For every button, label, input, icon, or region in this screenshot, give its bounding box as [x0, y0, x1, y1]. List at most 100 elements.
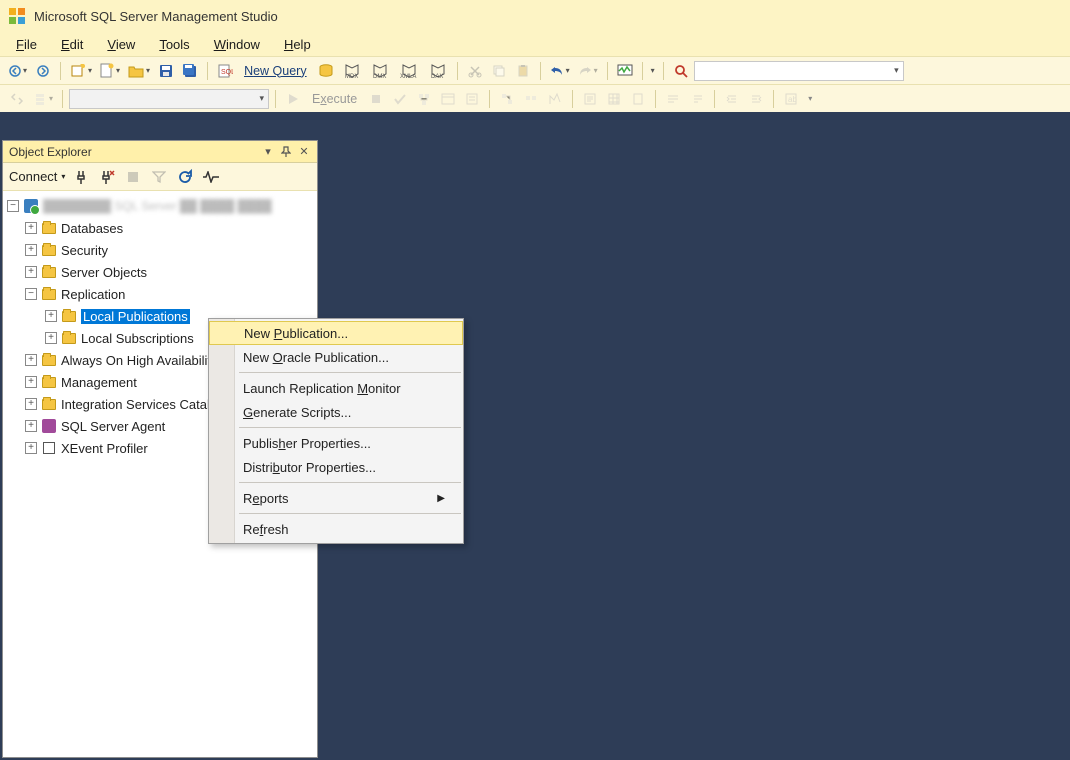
folder-icon [41, 243, 57, 257]
menu-distributor-properties[interactable]: Distributor Properties... [209, 455, 463, 479]
menu-generate-scripts[interactable]: Generate Scripts... [209, 400, 463, 424]
available-databases-icon: ▾ [30, 88, 56, 110]
collapse-icon[interactable]: − [7, 200, 19, 212]
expand-icon[interactable]: + [25, 222, 37, 234]
specify-values-button: ab [780, 88, 802, 110]
svg-text:DAX: DAX [431, 74, 443, 79]
dax-query-button[interactable]: DAX [425, 60, 451, 82]
tree-label: SQL Server Agent [61, 419, 165, 434]
context-menu: New Publication... New Oracle Publicatio… [208, 318, 464, 544]
close-icon[interactable]: ✕ [297, 145, 311, 159]
tree-databases[interactable]: + Databases [3, 217, 317, 239]
title-bar: Microsoft SQL Server Management Studio [0, 0, 1070, 32]
nav-forward-button[interactable] [32, 60, 54, 82]
tree-label: Replication [61, 287, 125, 302]
menu-bar: File Edit View Tools Window Help [0, 32, 1070, 56]
paste-button [512, 60, 534, 82]
tree-label: Always On High Availability [61, 353, 218, 368]
search-combo[interactable]: ▾ [694, 61, 904, 81]
new-file-button[interactable]: ▾ [97, 60, 123, 82]
pin-icon[interactable] [279, 145, 293, 159]
tree-label: Security [61, 243, 108, 258]
menu-refresh[interactable]: Refresh [209, 517, 463, 541]
menu-publisher-properties[interactable]: Publisher Properties... [209, 431, 463, 455]
expand-icon[interactable]: + [25, 244, 37, 256]
open-file-button[interactable]: ▾ [125, 60, 153, 82]
results-grid-button [603, 88, 625, 110]
tree-label: Databases [61, 221, 123, 236]
xevent-icon [41, 441, 57, 455]
connect-dropdown[interactable]: Connect▾ [9, 169, 65, 184]
menu-edit[interactable]: Edit [51, 35, 93, 54]
expand-icon[interactable]: + [25, 420, 37, 432]
display-plan-button [413, 88, 435, 110]
expand-icon[interactable]: + [25, 398, 37, 410]
folder-icon [41, 353, 57, 367]
menu-file[interactable]: File [6, 35, 47, 54]
query-options-button [437, 88, 459, 110]
intellisense-button [461, 88, 483, 110]
live-stats-button [520, 88, 542, 110]
folder-icon [41, 287, 57, 301]
redo-button: ▾ [575, 60, 601, 82]
menu-new-oracle-publication[interactable]: New Oracle Publication... [209, 345, 463, 369]
object-explorer-title: Object Explorer [9, 145, 92, 159]
results-file-button [627, 88, 649, 110]
expand-icon[interactable]: + [25, 354, 37, 366]
menu-launch-replication-monitor[interactable]: Launch Replication Monitor [209, 376, 463, 400]
tree-server-node[interactable]: − ████████ SQL Server ██ ████ ████ [3, 195, 317, 217]
new-query-icon[interactable]: SQL [214, 60, 236, 82]
comment-button [662, 88, 684, 110]
find-button[interactable] [670, 60, 692, 82]
expand-icon[interactable]: + [25, 266, 37, 278]
server-icon [23, 199, 39, 213]
xmla-query-button[interactable]: XMLA [395, 60, 423, 82]
menu-view[interactable]: View [97, 35, 145, 54]
database-engine-query-button[interactable] [315, 60, 337, 82]
menu-help[interactable]: Help [274, 35, 321, 54]
nav-back-button[interactable]: ▾ [6, 60, 30, 82]
execute-button: Execute [306, 92, 363, 106]
mdx-query-button[interactable]: MDX [339, 60, 365, 82]
window-position-button[interactable]: ▾ [261, 145, 275, 159]
results-text-button [579, 88, 601, 110]
expand-icon[interactable]: + [25, 442, 37, 454]
dmx-query-button[interactable]: DMX [367, 60, 393, 82]
disconnect-icon[interactable] [97, 167, 117, 187]
server-name-label: ████████ SQL Server ██ ████ ████ [43, 199, 272, 213]
filter-icon[interactable] [149, 167, 169, 187]
expand-icon[interactable]: + [45, 310, 57, 322]
save-all-button[interactable] [179, 60, 201, 82]
indent-button [721, 88, 743, 110]
undo-button[interactable]: ▾ [547, 60, 573, 82]
menu-tools[interactable]: Tools [149, 35, 199, 54]
expand-icon[interactable]: + [25, 376, 37, 388]
toolbar-main: ▾ ▾ ▾ ▾ SQL New Query MDX DMX XMLA DAX [0, 56, 1070, 84]
outdent-button [745, 88, 767, 110]
connect-icon[interactable] [71, 167, 91, 187]
tree-label: Local Subscriptions [81, 331, 194, 346]
collapse-icon[interactable]: − [25, 288, 37, 300]
save-button[interactable] [155, 60, 177, 82]
menu-window[interactable]: Window [204, 35, 270, 54]
activity-icon[interactable] [201, 167, 221, 187]
tree-server-objects[interactable]: + Server Objects [3, 261, 317, 283]
tree-replication[interactable]: − Replication [3, 283, 317, 305]
refresh-icon[interactable] [175, 167, 195, 187]
expand-icon[interactable]: + [45, 332, 57, 344]
change-connection-button [6, 88, 28, 110]
cut-button [464, 60, 486, 82]
activity-monitor-button[interactable] [614, 60, 636, 82]
include-plan-button [496, 88, 518, 110]
new-project-button[interactable]: ▾ [67, 60, 95, 82]
menu-new-publication[interactable]: New Publication... [209, 321, 463, 345]
cancel-query-button [365, 88, 387, 110]
tree-security[interactable]: + Security [3, 239, 317, 261]
menu-reports[interactable]: Reports▶ [209, 486, 463, 510]
parse-button [389, 88, 411, 110]
new-query-button[interactable]: New Query [238, 64, 313, 78]
tree-label: XEvent Profiler [61, 441, 148, 456]
svg-text:MDX: MDX [345, 74, 358, 79]
stop-icon[interactable] [123, 167, 143, 187]
app-icon [8, 7, 26, 25]
